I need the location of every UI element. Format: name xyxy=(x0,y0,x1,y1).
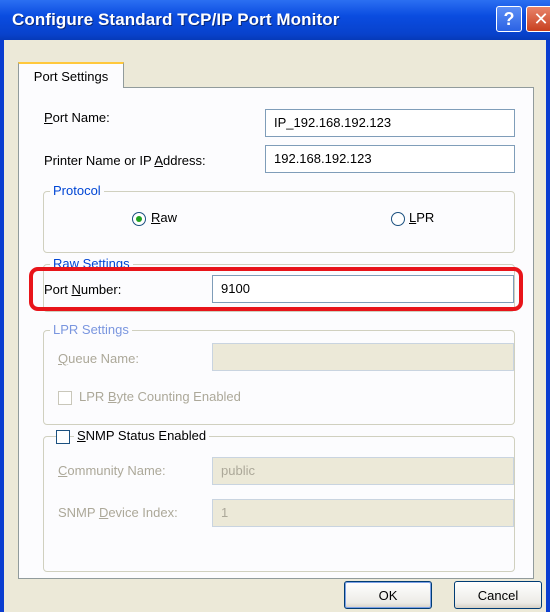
snmp-group: SNMP Status Enabled Community Name: publ… xyxy=(43,428,515,572)
close-button[interactable]: ✕ xyxy=(526,6,550,32)
lpr-radio-label[interactable]: LPR xyxy=(409,210,434,225)
dialog-client-area: Port Settings Port Name: IP_192.168.192.… xyxy=(4,40,546,612)
snmp-status-checkbox[interactable] xyxy=(56,430,70,444)
protocol-group-title: Protocol xyxy=(50,183,104,198)
ok-button[interactable]: OK xyxy=(344,581,432,609)
window-title: Configure Standard TCP/IP Port Monitor xyxy=(12,10,340,29)
lpr-settings-group: LPR Settings Queue Name: LPR Byte Counti… xyxy=(43,322,515,425)
raw-radio-label[interactable]: Raw xyxy=(151,210,177,225)
cancel-button[interactable]: Cancel xyxy=(454,581,542,609)
snmp-device-index-label: SNMP Device Index: xyxy=(58,505,178,520)
lpr-byte-counting-checkbox[interactable] xyxy=(58,391,72,405)
printer-ip-field[interactable]: 192.168.192.123 xyxy=(265,145,515,173)
port-name-field[interactable]: IP_192.168.192.123 xyxy=(265,109,515,137)
snmp-device-index-field[interactable]: 1 xyxy=(212,499,514,527)
tab-port-settings[interactable]: Port Settings xyxy=(18,62,124,88)
raw-radio[interactable] xyxy=(132,212,146,226)
protocol-group: Protocol Raw LPR xyxy=(43,183,515,253)
help-button[interactable]: ? xyxy=(496,6,522,32)
port-number-highlight xyxy=(29,267,523,311)
queue-name-field[interactable] xyxy=(212,343,514,371)
title-bar[interactable]: Configure Standard TCP/IP Port Monitor ?… xyxy=(0,0,550,40)
community-name-field[interactable]: public xyxy=(212,457,514,485)
printer-name-label: Printer Name or IP Address: xyxy=(44,153,206,168)
lpr-settings-group-title: LPR Settings xyxy=(50,322,132,337)
lpr-byte-counting-label[interactable]: LPR Byte Counting Enabled xyxy=(79,389,241,404)
dialog-window: Configure Standard TCP/IP Port Monitor ?… xyxy=(0,0,550,612)
port-name-label: Port Name: xyxy=(44,110,110,125)
queue-name-label: Queue Name: xyxy=(58,351,139,366)
close-icon: ✕ xyxy=(533,8,549,29)
port-settings-panel: Port Name: IP_192.168.192.123 Printer Na… xyxy=(18,87,534,579)
question-mark-icon: ? xyxy=(503,8,515,29)
community-name-label: Community Name: xyxy=(58,463,166,478)
snmp-status-label[interactable]: SNMP Status Enabled xyxy=(74,428,210,443)
lpr-radio[interactable] xyxy=(391,212,405,226)
